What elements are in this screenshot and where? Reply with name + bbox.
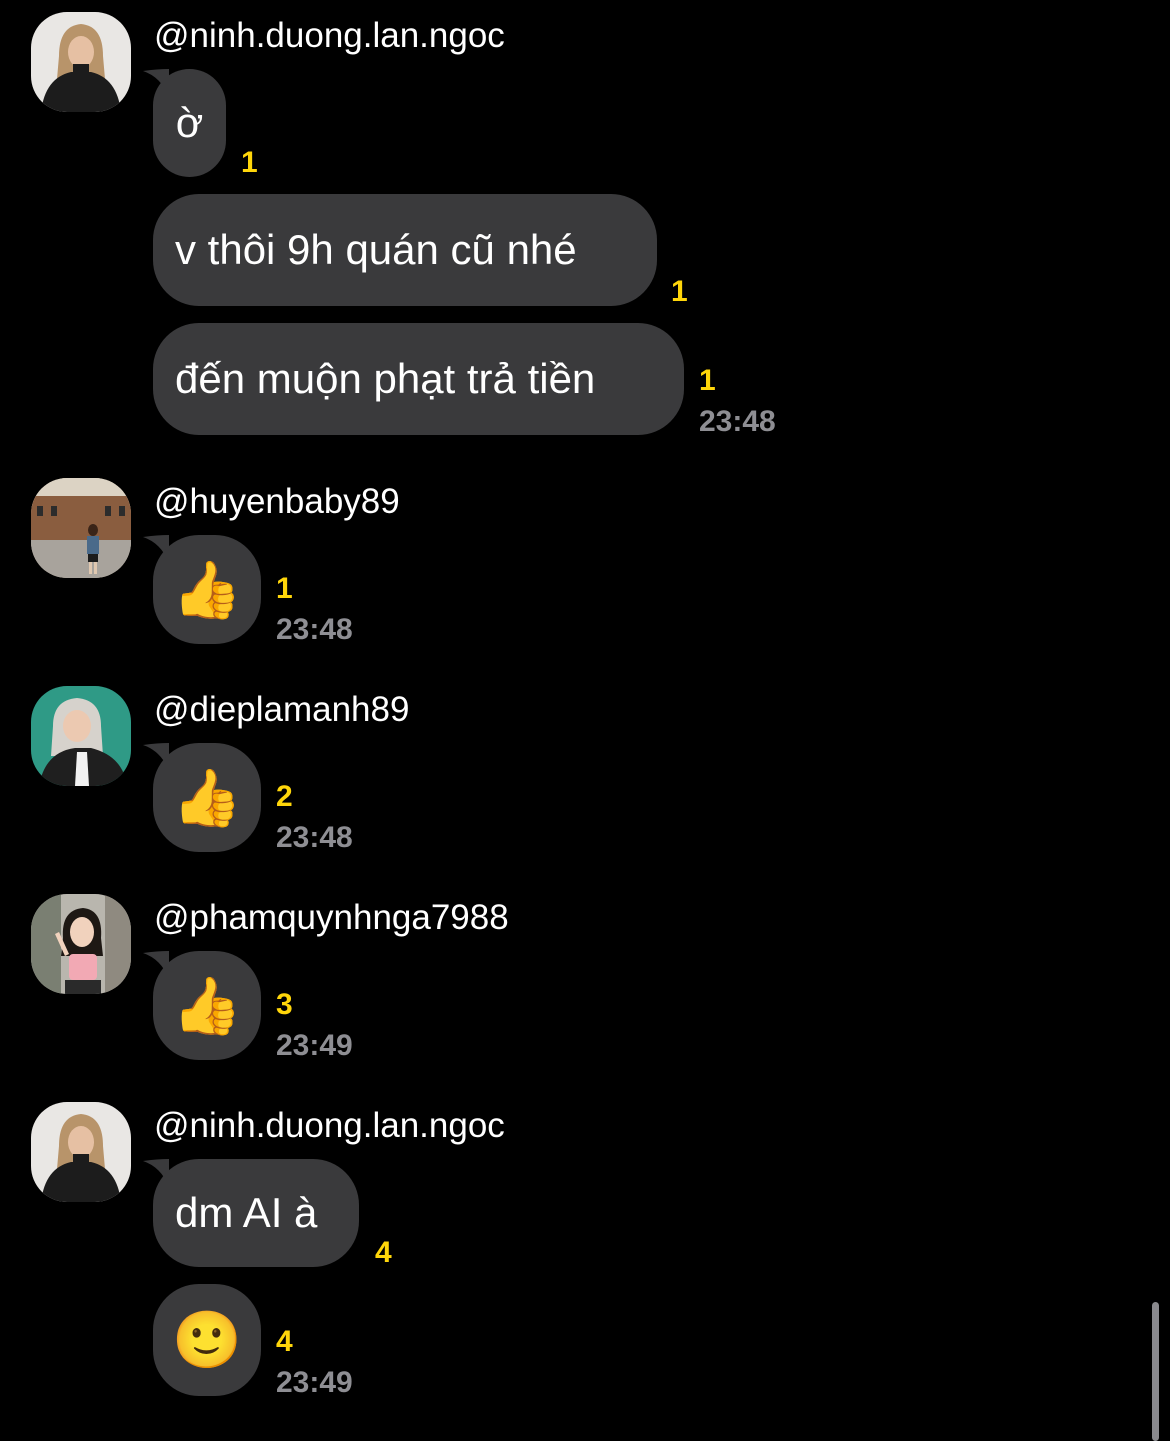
avatar[interactable] [31,686,131,786]
timestamp: 23:48 [699,405,776,438]
slight-smile-icon: 🙂 [172,1308,242,1371]
read-count: 1 [276,572,293,605]
avatar[interactable] [31,12,131,112]
thumbs-up-icon: 👍 [172,973,242,1037]
avatar[interactable] [31,894,131,994]
read-count: 1 [241,146,258,179]
read-count: 4 [276,1325,293,1358]
read-count: 3 [276,988,293,1021]
read-count: 4 [375,1236,392,1269]
timestamp: 23:48 [276,821,353,854]
sender-name: @phamquynhnga7988 [154,898,509,937]
thumbs-up-icon: 👍 [172,557,242,621]
scrollbar[interactable] [1152,1302,1159,1441]
sender-name: @huyenbaby89 [154,482,400,521]
message-text: dm AI à [175,1189,318,1236]
read-count: 1 [699,364,716,397]
thumbs-up-icon: 👍 [172,765,242,829]
message-bubble[interactable]: 🙂 [153,1284,261,1396]
read-count: 2 [276,780,293,813]
avatar[interactable] [31,1102,131,1202]
message-bubble[interactable]: 👍 [153,951,261,1060]
sender-name: @dieplamanh89 [154,690,410,729]
avatar[interactable] [31,478,131,578]
message-text: ờ [175,99,204,146]
timestamp: 23:48 [276,613,353,646]
message-text: v thôi 9h quán cũ nhé [175,226,577,273]
chat-thread[interactable]: @ninh.duong.lan.ngoc ờ 1 v thôi 9h quán … [0,0,1170,1441]
message-bubble[interactable]: ờ [153,69,226,177]
sender-name: @ninh.duong.lan.ngoc [154,1106,505,1145]
timestamp: 23:49 [276,1366,353,1399]
message-bubble[interactable]: 👍 [153,743,261,852]
message-bubble[interactable]: v thôi 9h quán cũ nhé [153,194,657,306]
read-count: 1 [671,275,688,308]
message-bubble[interactable]: dm AI à [153,1159,359,1267]
message-bubble[interactable]: 👍 [153,535,261,644]
timestamp: 23:49 [276,1029,353,1062]
message-text: đến muộn phạt trả tiền [175,355,596,402]
message-bubble[interactable]: đến muộn phạt trả tiền [153,323,684,435]
sender-name: @ninh.duong.lan.ngoc [154,16,505,55]
